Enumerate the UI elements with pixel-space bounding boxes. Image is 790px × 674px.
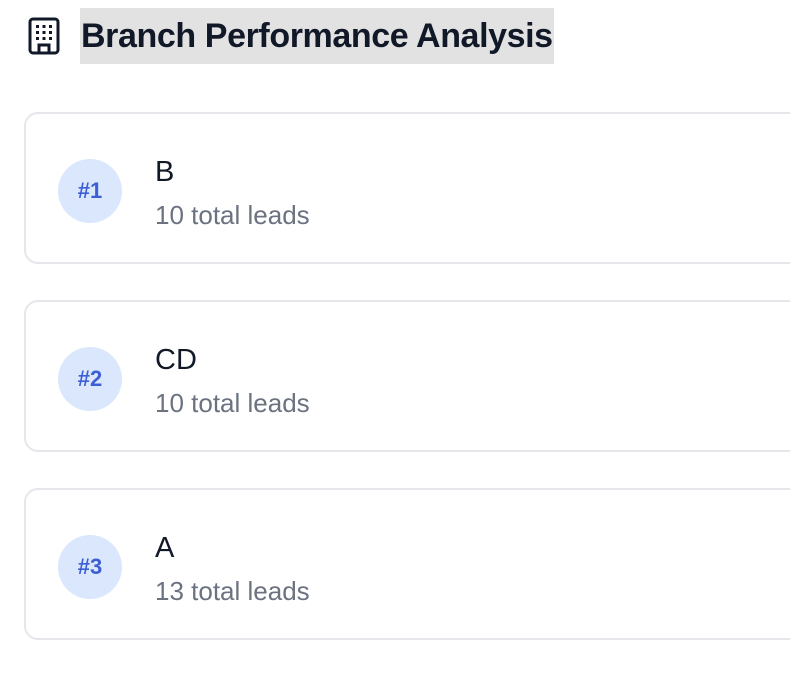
building-icon (27, 16, 61, 56)
branch-name: CD (155, 344, 197, 376)
rank-badge: #1 (58, 159, 122, 223)
branch-name: B (155, 156, 175, 188)
branch-card[interactable]: #3 A 13 total leads (24, 488, 790, 640)
branch-card[interactable]: #1 B 10 total leads (24, 112, 790, 264)
branch-name: A (155, 532, 175, 564)
branch-card[interactable]: #2 CD 10 total leads (24, 300, 790, 452)
rank-badge: #3 (58, 535, 122, 599)
lead-count: 10 total leads (155, 200, 310, 230)
lead-count: 10 total leads (155, 388, 310, 418)
section-header: Branch Performance Analysis (27, 8, 554, 64)
lead-count: 13 total leads (155, 576, 310, 606)
rank-badge: #2 (58, 347, 122, 411)
page-title: Branch Performance Analysis (80, 8, 554, 64)
